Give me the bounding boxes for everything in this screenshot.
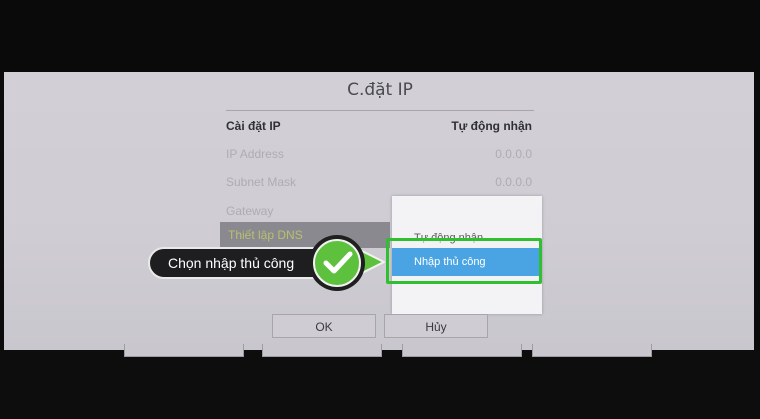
title-divider xyxy=(226,110,534,111)
dialog-title: C.đặt IP xyxy=(347,80,413,100)
ip-setting-row[interactable]: Cài đặt IP Tự động nhận xyxy=(226,114,532,138)
callout-text: Chọn nhập thủ công xyxy=(168,255,295,271)
ip-setting-value: Tự động nhận xyxy=(451,119,532,133)
ip-address-value: 0.0.0.0 xyxy=(495,147,532,161)
subnet-mask-row: Subnet Mask 0.0.0.0 xyxy=(226,170,532,194)
checkmark-icon xyxy=(313,239,361,287)
gateway-label: Gateway xyxy=(226,204,274,218)
background-button xyxy=(532,344,652,357)
ip-setting-label: Cài đặt IP xyxy=(226,119,281,133)
ip-address-label: IP Address xyxy=(226,147,284,161)
tv-bezel-top xyxy=(0,0,760,72)
cancel-button[interactable]: Hủy xyxy=(384,314,488,338)
checkmark-badge xyxy=(309,235,365,291)
background-button xyxy=(262,344,382,357)
background-button xyxy=(124,344,244,357)
subnet-mask-value: 0.0.0.0 xyxy=(495,175,532,189)
dns-setting-label: Thiết lập DNS xyxy=(228,228,303,242)
ok-button[interactable]: OK xyxy=(272,314,376,338)
highlight-box xyxy=(386,238,542,284)
background-button xyxy=(402,344,522,357)
ip-address-row: IP Address 0.0.0.0 xyxy=(226,142,532,166)
tv-bezel-bottom xyxy=(0,350,760,419)
subnet-mask-label: Subnet Mask xyxy=(226,175,297,189)
